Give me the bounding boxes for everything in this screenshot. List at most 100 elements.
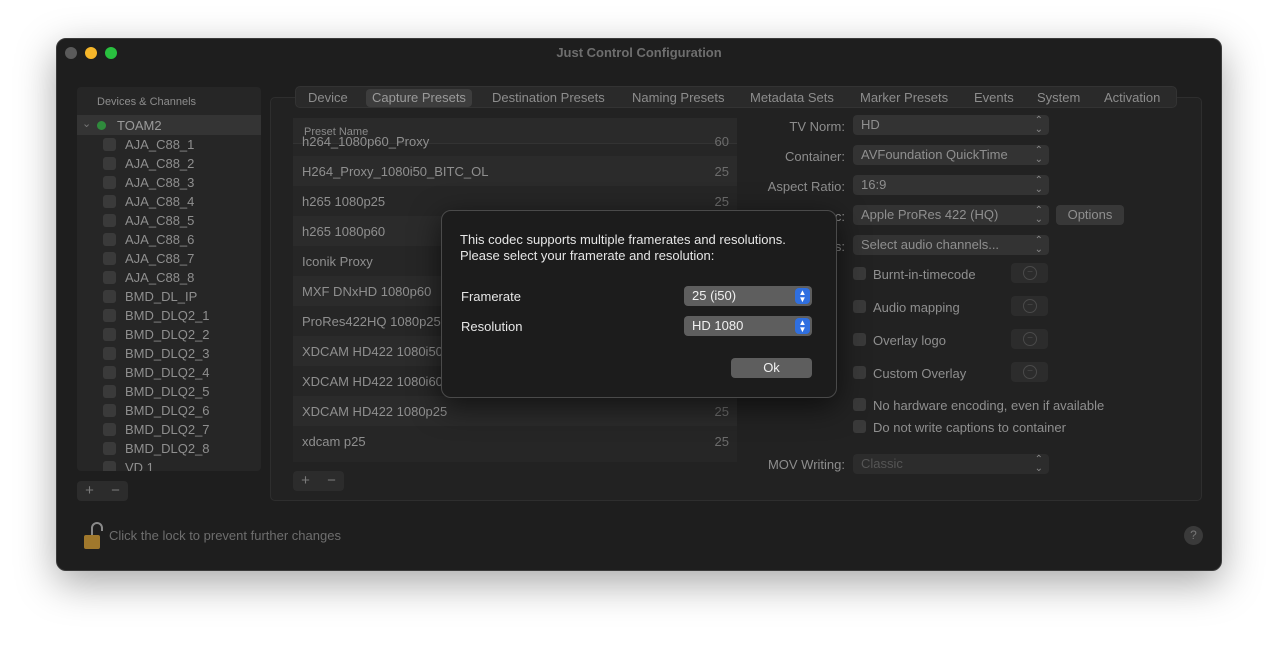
channel-checkbox[interactable]: [103, 138, 116, 151]
preset-add-remove: + −: [293, 471, 344, 491]
channel-label: BMD_DLQ2_7: [125, 422, 210, 437]
channel-checkbox[interactable]: [103, 195, 116, 208]
channel-row[interactable]: BMD_DLQ2_7: [77, 420, 261, 439]
container-select[interactable]: AVFoundation QuickTime ⌃ ⌄: [853, 145, 1049, 165]
channel-checkbox[interactable]: [103, 252, 116, 265]
channel-checkbox[interactable]: [103, 271, 116, 284]
codec-select[interactable]: Apple ProRes 422 (HQ) ⌃ ⌄: [853, 205, 1049, 225]
preset-row[interactable]: XDCAM HD422 1080p25 25: [293, 396, 737, 426]
channel-checkbox[interactable]: [103, 404, 116, 417]
tv-norm-select[interactable]: HD ⌃ ⌄: [853, 115, 1049, 135]
channel-checkbox[interactable]: [103, 233, 116, 246]
no-hw-encoding-checkbox[interactable]: [853, 398, 866, 411]
channel-label: BMD_DLQ2_4: [125, 365, 210, 380]
channel-label: VD 1: [125, 460, 154, 471]
window-title: Just Control Configuration: [556, 45, 722, 60]
overlay-logo-checkbox[interactable]: [853, 333, 866, 346]
channel-checkbox[interactable]: [103, 176, 116, 189]
channel-checkbox[interactable]: [103, 309, 116, 322]
chevron-updown-icon: ⌃ ⌄: [1034, 175, 1043, 195]
preset-row[interactable]: h264_1080p60_Proxy 60: [293, 126, 737, 156]
channel-row[interactable]: BMD_DLQ2_6: [77, 401, 261, 420]
channel-row[interactable]: AJA_C88_7: [77, 249, 261, 268]
tab-capture-presets[interactable]: Capture Presets: [366, 89, 472, 107]
channel-checkbox[interactable]: [103, 214, 116, 227]
ok-button[interactable]: Ok: [731, 358, 812, 378]
remove-preset-button[interactable]: −: [319, 472, 344, 489]
channel-checkbox[interactable]: [103, 385, 116, 398]
channel-row[interactable]: AJA_C88_5: [77, 211, 261, 230]
channel-row[interactable]: BMD_DLQ2_3: [77, 344, 261, 363]
devices-sidebar: Devices & Channels ⌄ TOAM2 AJA_C88_1 AJA_…: [77, 87, 261, 471]
aspect-ratio-select[interactable]: 16:9 ⌃ ⌄: [853, 175, 1049, 195]
resolution-label: Resolution: [461, 319, 523, 334]
sidebar-add-remove: + −: [77, 481, 128, 501]
burnt-in-settings-button[interactable]: −: [1011, 263, 1048, 283]
channel-row[interactable]: BMD_DL_IP: [77, 287, 261, 306]
channel-checkbox[interactable]: [103, 328, 116, 341]
tab-destination-presets[interactable]: Destination Presets: [486, 89, 611, 107]
channel-row[interactable]: AJA_C88_2: [77, 154, 261, 173]
titlebar: Just Control Configuration: [57, 39, 1221, 67]
channel-checkbox[interactable]: [103, 157, 116, 170]
channel-checkbox[interactable]: [103, 347, 116, 360]
channel-checkbox[interactable]: [103, 461, 116, 471]
chevron-down-icon[interactable]: ⌄: [82, 117, 91, 130]
preset-name: XDCAM HD422 1080p25: [302, 404, 448, 419]
channel-row[interactable]: AJA_C88_1: [77, 135, 261, 154]
channel-row[interactable]: BMD_DLQ2_4: [77, 363, 261, 382]
channel-row[interactable]: BMD_DLQ2_2: [77, 325, 261, 344]
device-group-row[interactable]: ⌄ TOAM2: [77, 115, 261, 135]
unlocked-padlock-icon[interactable]: [83, 522, 103, 550]
resolution-value: HD 1080: [692, 318, 744, 333]
channel-row[interactable]: VD 1: [77, 458, 261, 471]
channel-checkbox[interactable]: [103, 366, 116, 379]
codec-options-button[interactable]: Options: [1056, 205, 1124, 225]
channel-row[interactable]: AJA_C88_6: [77, 230, 261, 249]
framerate-select[interactable]: 25 (i50) ▲ ▼: [684, 286, 812, 306]
channel-label: BMD_DLQ2_8: [125, 441, 210, 456]
channel-row[interactable]: AJA_C88_8: [77, 268, 261, 287]
channel-label: AJA_C88_2: [125, 156, 195, 171]
remove-device-button[interactable]: −: [103, 482, 128, 499]
mov-writing-select[interactable]: Classic ⌃ ⌄: [853, 454, 1049, 474]
tab-events[interactable]: Events: [968, 89, 1020, 107]
channel-checkbox[interactable]: [103, 290, 116, 303]
channel-row[interactable]: AJA_C88_4: [77, 192, 261, 211]
channel-checkbox[interactable]: [103, 423, 116, 436]
tab-naming-presets[interactable]: Naming Presets: [626, 89, 730, 107]
audio-mapping-checkbox[interactable]: [853, 300, 866, 313]
preset-framerate: 25: [714, 404, 729, 419]
channel-row[interactable]: BMD_DLQ2_1: [77, 306, 261, 325]
custom-overlay-checkbox[interactable]: [853, 366, 866, 379]
channel-label: AJA_C88_3: [125, 175, 195, 190]
preset-row[interactable]: xdcam p25 25: [293, 426, 737, 456]
channel-label: BMD_DLQ2_5: [125, 384, 210, 399]
tab-system[interactable]: System: [1031, 89, 1086, 107]
channel-row[interactable]: BMD_DLQ2_5: [77, 382, 261, 401]
add-preset-button[interactable]: +: [293, 472, 318, 489]
preset-name: h264_1080p60_Proxy: [302, 134, 430, 149]
resolution-select[interactable]: HD 1080 ▲ ▼: [684, 316, 812, 336]
container-value: AVFoundation QuickTime: [861, 147, 1008, 162]
no-captions-checkbox[interactable]: [853, 420, 866, 433]
add-device-button[interactable]: +: [77, 482, 102, 499]
tab-marker-presets[interactable]: Marker Presets: [854, 89, 954, 107]
channel-label: AJA_C88_4: [125, 194, 195, 209]
tab-activation[interactable]: Activation: [1098, 89, 1166, 107]
framerate-resolution-dialog: This codec supports multiple framerates …: [441, 210, 837, 398]
channel-checkbox[interactable]: [103, 442, 116, 455]
custom-overlay-settings-button[interactable]: −: [1011, 362, 1048, 382]
audio-mapping-settings-button[interactable]: −: [1011, 296, 1048, 316]
channel-row[interactable]: AJA_C88_3: [77, 173, 261, 192]
overlay-logo-settings-button[interactable]: −: [1011, 329, 1048, 349]
preset-framerate: 25: [714, 194, 729, 209]
tab-metadata-sets[interactable]: Metadata Sets: [744, 89, 840, 107]
preset-row[interactable]: H264_Proxy_1080i50_BITC_OL 25: [293, 156, 737, 186]
burnt-in-timecode-checkbox[interactable]: [853, 267, 866, 280]
audio-channels-select[interactable]: Select audio channels... ⌃ ⌄: [853, 235, 1049, 255]
device-group-label: TOAM2: [117, 118, 162, 133]
channel-row[interactable]: BMD_DLQ2_8: [77, 439, 261, 458]
tab-device[interactable]: Device: [302, 89, 354, 107]
help-button[interactable]: ?: [1184, 526, 1203, 545]
